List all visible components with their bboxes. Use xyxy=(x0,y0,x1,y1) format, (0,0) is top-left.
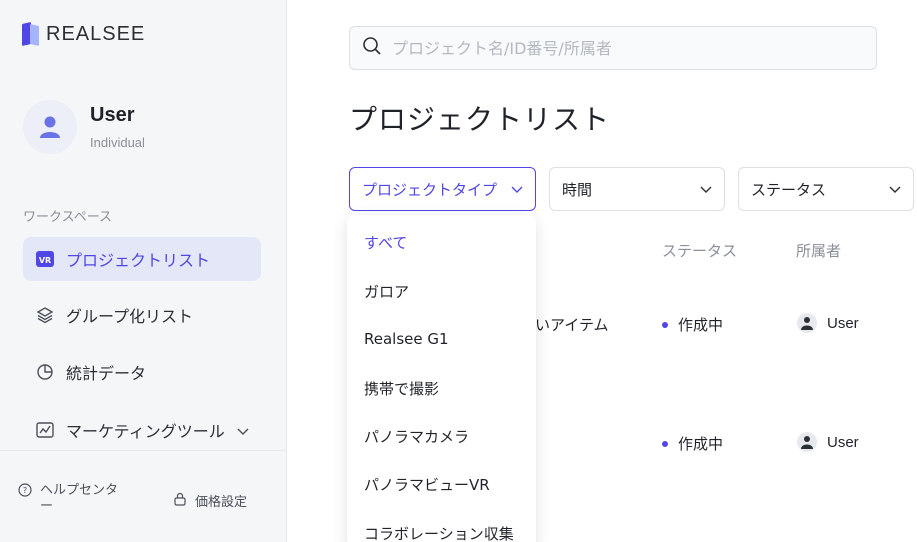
status-badge: 作成中 xyxy=(662,314,723,335)
svg-text:?: ? xyxy=(23,486,27,495)
sidebar-footer: ? ヘルプセンター 価格設定 xyxy=(0,450,286,542)
owner-avatar-icon xyxy=(797,313,817,333)
dropdown-option-realsee-g1[interactable]: Realsee G1 xyxy=(364,330,449,348)
chevron-down-icon xyxy=(700,180,712,198)
project-type-filter[interactable]: プロジェクトタイプ xyxy=(349,167,536,211)
pie-chart-icon xyxy=(36,363,54,381)
help-center-label: ヘルプセンター xyxy=(40,483,119,514)
owner-name: User xyxy=(827,433,859,451)
owner: User xyxy=(797,432,859,452)
sidebar: REALSEE User Individual ワークスペース VR プロジェク… xyxy=(0,0,287,542)
sidebar-item-label: グループ化リスト xyxy=(66,307,194,326)
logo-text: REALSEE xyxy=(46,22,146,45)
line-chart-icon xyxy=(36,421,54,439)
dropdown-option-panorama-camera[interactable]: パノラマカメラ xyxy=(364,426,469,447)
project-type-dropdown: すべて ガロア Realsee G1 携帯で撮影 パノラマカメラ パノラマビュー… xyxy=(347,215,536,542)
status-dot xyxy=(662,321,668,328)
dropdown-option-panorama-vr[interactable]: パノラマビューVR xyxy=(364,474,490,495)
chevron-down-icon xyxy=(889,180,901,198)
help-center-link[interactable]: ? ヘルプセンター xyxy=(18,483,130,515)
lock-icon xyxy=(173,492,187,510)
status-filter[interactable]: ステータス xyxy=(738,167,914,211)
filter-label: ステータス xyxy=(751,180,827,199)
user-profile[interactable]: User Individual xyxy=(23,100,145,154)
help-icon: ? xyxy=(18,483,32,502)
sidebar-item-group-list[interactable]: グループ化リスト xyxy=(23,293,261,337)
vr-icon: VR xyxy=(36,250,54,268)
user-type: Individual xyxy=(90,135,145,150)
layers-icon xyxy=(36,306,54,324)
chevron-down-icon xyxy=(237,421,249,440)
page-title: プロジェクトリスト xyxy=(349,103,611,136)
logo-mark-icon xyxy=(22,21,40,47)
dropdown-option-collaboration[interactable]: コラボレーション収集 xyxy=(364,523,514,542)
dropdown-option-all[interactable]: すべて xyxy=(364,232,407,253)
time-filter[interactable]: 時間 xyxy=(549,167,725,211)
pricing-link[interactable]: 価格設定 xyxy=(173,491,247,510)
sidebar-item-label: マーケティングツール xyxy=(66,422,225,441)
column-header-status[interactable]: ステータス xyxy=(662,240,737,261)
workspace-label: ワークスペース xyxy=(23,210,113,225)
status-text: 作成中 xyxy=(678,316,724,334)
sidebar-item-label: 統計データ xyxy=(66,364,147,383)
svg-text:VR: VR xyxy=(39,256,51,265)
logo[interactable]: REALSEE xyxy=(22,21,145,47)
filter-label: 時間 xyxy=(562,180,593,199)
user-name: User xyxy=(90,104,135,126)
owner-name: User xyxy=(827,314,859,332)
dropdown-option-mobile[interactable]: 携帯で撮影 xyxy=(364,378,439,399)
search-box[interactable] xyxy=(349,26,877,70)
sidebar-item-marketing-tools[interactable]: マーケティングツール xyxy=(23,408,261,452)
sidebar-item-project-list[interactable]: VR プロジェクトリスト xyxy=(23,237,261,281)
sidebar-item-label: プロジェクトリスト xyxy=(66,251,211,270)
owner-avatar-icon xyxy=(797,432,817,452)
search-input[interactable] xyxy=(392,38,852,58)
status-dot xyxy=(662,440,668,447)
search-icon xyxy=(362,36,382,60)
chevron-down-icon xyxy=(511,180,523,198)
user-icon xyxy=(40,116,60,138)
pricing-label: 価格設定 xyxy=(195,495,248,510)
avatar xyxy=(23,100,77,154)
sidebar-item-statistics[interactable]: 統計データ xyxy=(23,350,261,394)
status-text: 作成中 xyxy=(678,435,724,453)
filter-label: プロジェクトタイプ xyxy=(362,180,498,199)
column-header-owner[interactable]: 所属者 xyxy=(796,240,841,261)
status-badge: 作成中 xyxy=(662,433,723,454)
dropdown-option-galois[interactable]: ガロア xyxy=(364,281,409,302)
owner: User xyxy=(797,313,859,333)
